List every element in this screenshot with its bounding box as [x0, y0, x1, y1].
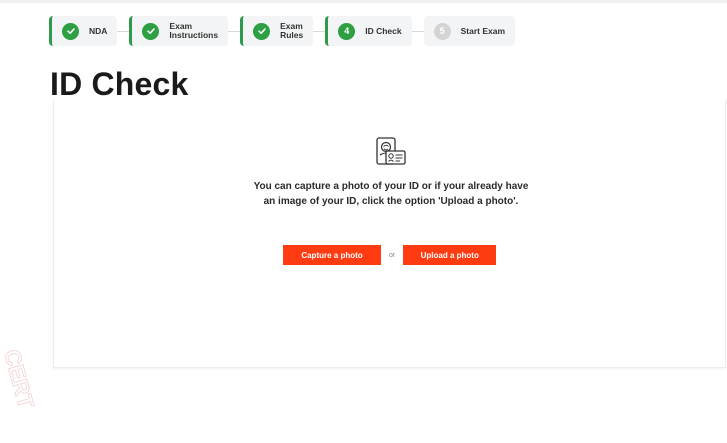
step-nda[interactable]: NDA: [49, 16, 118, 46]
check-icon: [142, 22, 160, 40]
step-label: ID Check: [365, 25, 402, 36]
step-connector: [117, 30, 130, 32]
step-number-badge: 4: [338, 22, 356, 40]
step-label: Exam Rules: [280, 21, 304, 40]
cert-watermark: CERT: [0, 346, 39, 412]
id-card-icon: [376, 137, 406, 165]
step-exam-rules[interactable]: Exam Rules: [240, 16, 314, 46]
step-label: Start Exam: [460, 25, 506, 36]
step-start-exam[interactable]: 5 Start Exam: [423, 16, 516, 46]
capture-photo-button[interactable]: Capture a photo: [283, 245, 381, 265]
or-separator: or: [389, 251, 396, 259]
check-icon: [62, 22, 79, 40]
step-connector: [313, 30, 326, 32]
instruction-text: You can capture a photo of your ID or if…: [253, 181, 529, 207]
step-number-badge: 5: [433, 22, 451, 40]
svg-text:CERT: CERT: [0, 347, 39, 412]
progress-stepper: NDA Exam Instructions Exam Rules 4 ID Ch…: [49, 16, 516, 46]
check-icon: [253, 22, 271, 40]
page-title: ID Check: [50, 66, 189, 102]
step-label: Exam Instructions: [169, 21, 219, 40]
step-connector: [411, 30, 424, 32]
photo-actions: Capture a photo or Upload a photo: [283, 245, 497, 265]
step-connector: [228, 30, 241, 32]
top-divider: [0, 0, 727, 3]
upload-photo-button[interactable]: Upload a photo: [403, 245, 497, 265]
page: NDA Exam Instructions Exam Rules 4 ID Ch…: [0, 0, 727, 443]
step-exam-instructions[interactable]: Exam Instructions: [129, 16, 229, 46]
step-id-check[interactable]: 4 ID Check: [325, 16, 412, 46]
id-check-card: You can capture a photo of your ID or if…: [53, 100, 726, 368]
step-label: NDA: [89, 25, 108, 36]
